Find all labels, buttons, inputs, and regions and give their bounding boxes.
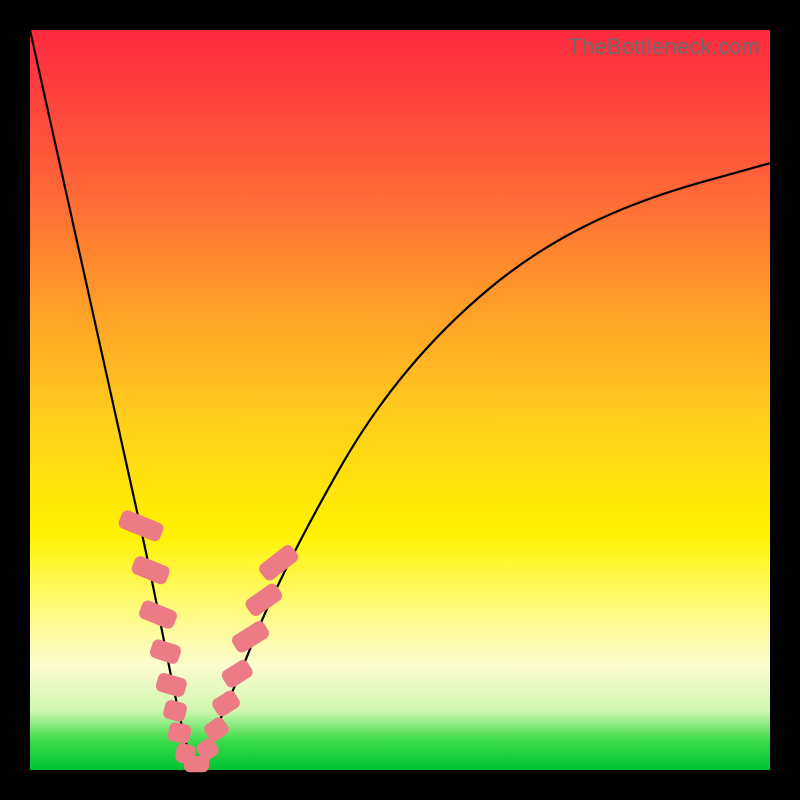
marker-capsule [210,688,242,718]
marker-capsule [167,721,193,744]
curve-line [30,30,770,762]
marker-capsule [117,509,165,543]
marker-capsule [130,554,172,586]
marker-capsule [162,699,188,723]
marker-capsule [148,638,182,665]
marker-capsule [137,599,179,631]
chart-plot [30,30,770,770]
marker-capsule [220,658,255,690]
marker-capsule [154,672,188,699]
marker-capsule [257,543,301,583]
chart-frame: TheBottleneck.com [30,30,770,770]
